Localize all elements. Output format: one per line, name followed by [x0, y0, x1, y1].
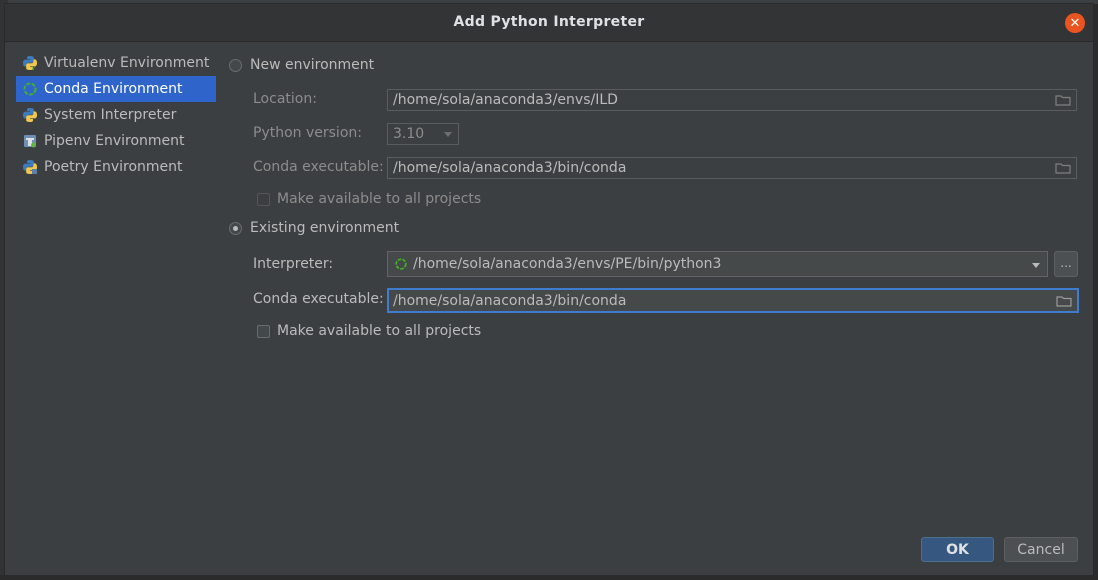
- svg-text:v: v: [31, 64, 35, 71]
- location-label: Location:: [253, 91, 317, 107]
- python-version-label: Python version:: [253, 125, 362, 141]
- conda-environment-panel: New environment Location: /home/sola/ana…: [229, 50, 1093, 576]
- interpreter-value: /home/sola/anaconda3/envs/PE/bin/python3: [413, 256, 722, 272]
- poetry-icon: [22, 159, 38, 175]
- conda-executable-value-existing: /home/sola/anaconda3/bin/conda: [393, 292, 627, 309]
- sidebar-item-conda[interactable]: Conda Environment: [16, 76, 216, 102]
- sidebar-item-label: Pipenv Environment: [44, 133, 185, 149]
- environment-type-list: v Virtualenv Environment Conda Environme…: [16, 50, 216, 180]
- conda-executable-field-existing[interactable]: /home/sola/anaconda3/bin/conda: [387, 288, 1079, 313]
- checkbox-indicator: [257, 192, 270, 206]
- sidebar-item-label: Virtualenv Environment: [44, 55, 210, 71]
- location-value: /home/sola/anaconda3/envs/ILD: [393, 92, 618, 108]
- folder-icon[interactable]: [1055, 161, 1071, 175]
- existing-environment-radio[interactable]: Existing environment: [229, 220, 399, 236]
- existing-environment-label: Existing environment: [250, 220, 400, 236]
- conda-executable-value-new: /home/sola/anaconda3/bin/conda: [393, 160, 627, 176]
- make-available-checkbox-new[interactable]: Make available to all projects: [257, 191, 481, 207]
- sidebar-item-label: Poetry Environment: [44, 159, 183, 175]
- background-window-bottom: [0, 575, 1098, 580]
- sidebar-item-poetry[interactable]: Poetry Environment: [16, 154, 216, 180]
- conda-executable-field-new[interactable]: /home/sola/anaconda3/bin/conda: [387, 157, 1077, 179]
- make-available-label-new: Make available to all projects: [277, 191, 482, 207]
- interpreter-combobox[interactable]: /home/sola/anaconda3/envs/PE/bin/python3: [387, 251, 1048, 277]
- sidebar-item-virtualenv[interactable]: v Virtualenv Environment: [16, 50, 216, 76]
- make-available-checkbox-existing[interactable]: Make available to all projects: [257, 323, 481, 339]
- python-version-select[interactable]: 3.10: [387, 123, 459, 145]
- dialog-title: Add Python Interpreter: [453, 14, 645, 30]
- python-icon: [22, 107, 38, 123]
- interpreter-label: Interpreter:: [253, 256, 334, 272]
- checkbox-indicator: [257, 324, 270, 338]
- chevron-down-icon: [444, 132, 452, 137]
- conda-executable-label-new: Conda executable:: [253, 159, 384, 175]
- sidebar-item-label: System Interpreter: [44, 107, 177, 123]
- new-environment-label: New environment: [250, 57, 375, 73]
- location-field[interactable]: /home/sola/anaconda3/envs/ILD: [387, 89, 1077, 111]
- cancel-button[interactable]: Cancel: [1004, 537, 1078, 562]
- close-button[interactable]: ✕: [1065, 13, 1085, 33]
- radio-on-indicator: [229, 221, 242, 235]
- pipenv-icon: [22, 133, 38, 149]
- close-icon: ✕: [1069, 15, 1081, 31]
- conda-icon: [22, 81, 38, 97]
- sidebar-item-label: Conda Environment: [44, 81, 183, 97]
- browse-interpreter-button[interactable]: ...: [1054, 251, 1078, 277]
- new-environment-radio[interactable]: New environment: [229, 57, 374, 73]
- make-available-label-existing: Make available to all projects: [277, 323, 482, 339]
- conda-executable-label-existing: Conda executable:: [253, 291, 384, 307]
- folder-icon[interactable]: [1055, 93, 1071, 107]
- dialog-titlebar: Add Python Interpreter ✕: [5, 4, 1093, 42]
- python-venv-icon: v: [22, 55, 38, 71]
- sidebar-item-system-interpreter[interactable]: System Interpreter: [16, 102, 216, 128]
- ok-button[interactable]: OK: [921, 537, 994, 562]
- add-python-interpreter-dialog: Add Python Interpreter ✕ v Virtualenv En…: [4, 3, 1094, 577]
- radio-off-indicator: [229, 58, 242, 72]
- folder-icon[interactable]: [1056, 294, 1072, 308]
- chevron-down-icon: [1032, 263, 1040, 268]
- conda-icon: [394, 257, 408, 271]
- python-version-value: 3.10: [393, 126, 425, 142]
- sidebar-item-pipenv[interactable]: Pipenv Environment: [16, 128, 216, 154]
